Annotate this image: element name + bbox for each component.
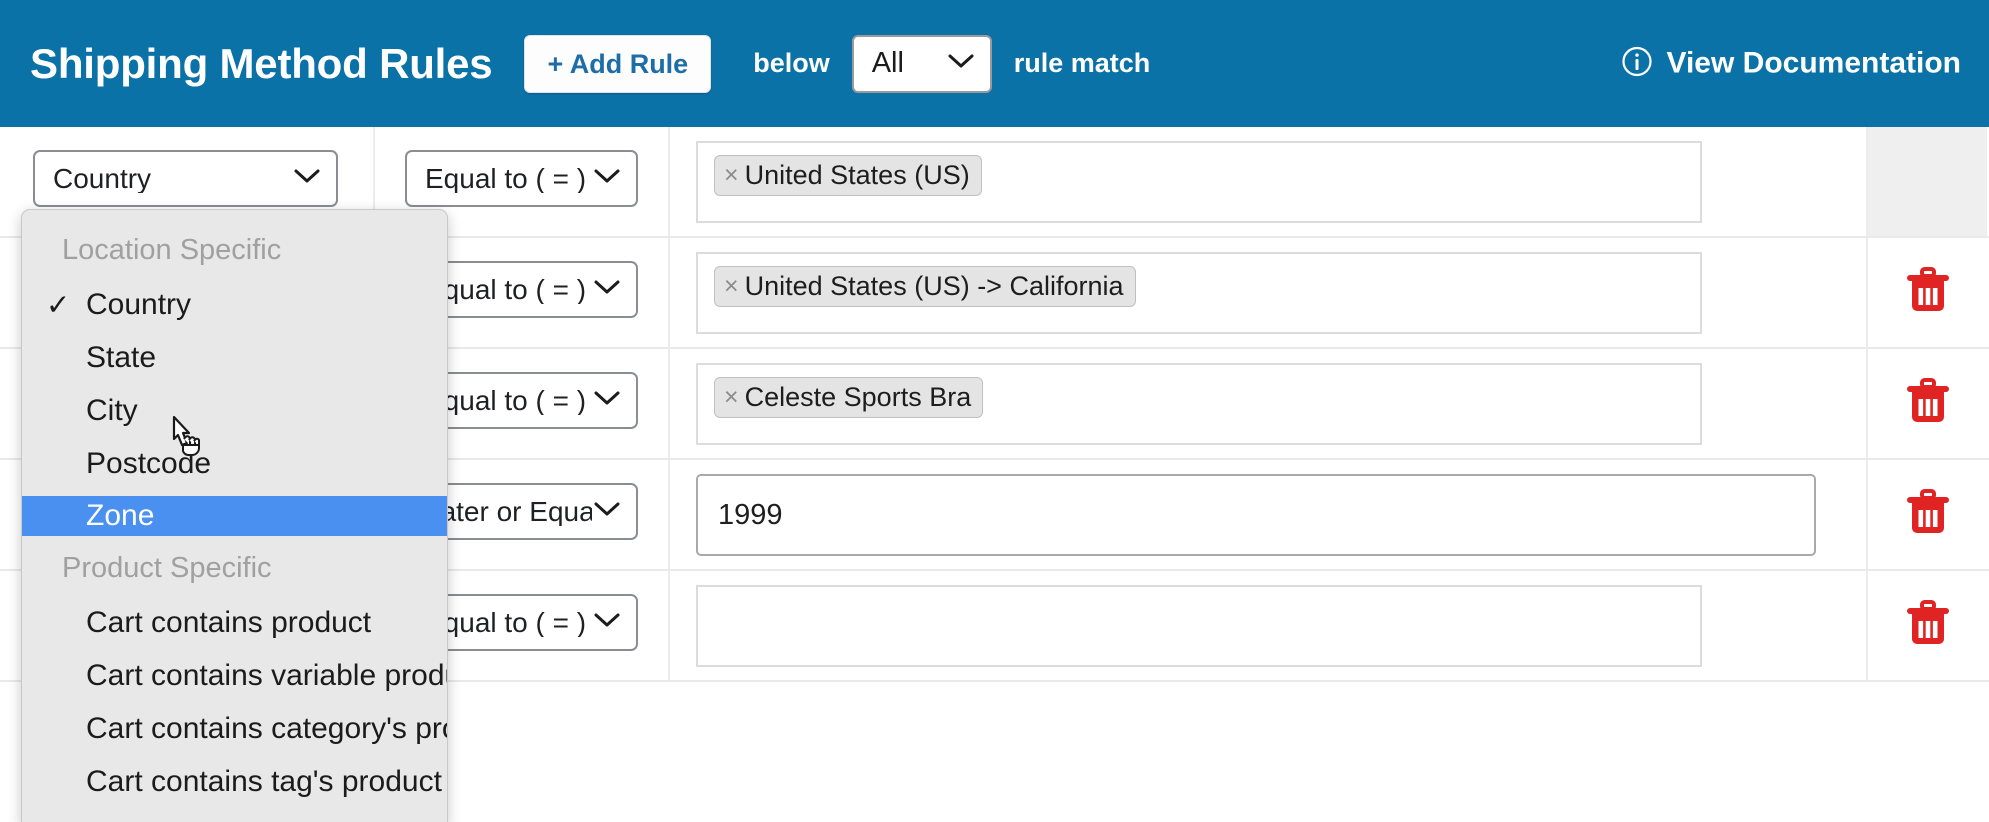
chevron-down-icon xyxy=(946,51,976,76)
dropdown-item-city[interactable]: City xyxy=(22,393,447,429)
rule-value-cell: 1999 xyxy=(670,460,1868,569)
chevron-down-icon xyxy=(592,499,622,524)
rule-match-value: All xyxy=(871,47,904,79)
dropdown-item-label: Cart contains product xyxy=(86,606,372,639)
rule-delete-cell xyxy=(1868,127,1987,236)
rule-operator-value: Equal to ( = ) xyxy=(425,275,587,304)
remove-token-icon[interactable]: × xyxy=(724,384,739,410)
trash-icon[interactable] xyxy=(1905,599,1951,652)
dropdown-item-state[interactable]: State xyxy=(22,340,447,376)
rule-operator-select[interactable]: Equal to ( = ) xyxy=(405,150,638,207)
value-token: × United States (US) xyxy=(714,155,982,197)
rule-delete-cell xyxy=(1868,571,1987,680)
below-label: below xyxy=(753,48,830,78)
dropdown-item-label: Country xyxy=(86,288,192,321)
attribute-dropdown-menu: Location Specific Country State City Pos… xyxy=(21,209,448,822)
dropdown-group-label: Location Specific xyxy=(62,234,282,266)
rule-operator-value: Equal to ( = ) xyxy=(425,386,587,415)
chevron-down-icon xyxy=(592,166,622,191)
rule-value-empty-input[interactable] xyxy=(696,585,1702,667)
dropdown-item-cart-contains-skus-product[interactable]: Cart contains SKU's product xyxy=(22,817,447,822)
dropdown-group-label: Product Specific xyxy=(62,552,272,584)
dropdown-item-cart-contains-tags-product[interactable]: Cart contains tag's product xyxy=(22,764,447,800)
value-token: × United States (US) -> California xyxy=(714,266,1136,308)
rule-operator-value: eater or Equal to xyxy=(425,497,592,526)
page-header: Shipping Method Rules + Add Rule below A… xyxy=(0,0,1989,127)
chevron-down-icon xyxy=(292,166,322,191)
dropdown-item-label: Cart contains tag's product xyxy=(86,765,442,798)
rule-match-label: rule match xyxy=(1013,48,1151,78)
rule-value-token-input[interactable]: × Celeste Sports Bra xyxy=(696,363,1702,445)
rule-attribute-select[interactable]: Country xyxy=(33,150,338,207)
rule-operator-value: Equal to ( = ) xyxy=(425,608,587,637)
dropdown-item-label: Postcode xyxy=(86,447,212,480)
dropdown-item-label: City xyxy=(86,394,138,427)
dropdown-item-label: Zone xyxy=(86,499,155,532)
dropdown-item-cart-contains-product[interactable]: Cart contains product xyxy=(22,605,447,641)
trash-icon[interactable] xyxy=(1905,488,1951,541)
rule-value-cell: × United States (US) -> California xyxy=(670,238,1868,347)
remove-token-icon[interactable]: × xyxy=(724,273,739,299)
add-rule-button[interactable]: + Add Rule xyxy=(524,34,712,93)
chevron-down-icon xyxy=(592,277,622,302)
rule-match-select[interactable]: All xyxy=(851,34,992,93)
rule-value-text-input[interactable]: 1999 xyxy=(696,474,1816,556)
rule-delete-cell xyxy=(1868,460,1987,569)
dropdown-item-label: Cart contains SKU's product xyxy=(86,818,447,822)
view-documentation-label: View Documentation xyxy=(1666,46,1962,80)
rule-attribute-value: Country xyxy=(53,164,152,193)
value-token: × Celeste Sports Bra xyxy=(714,377,984,419)
rule-value-cell: × Celeste Sports Bra xyxy=(670,349,1868,458)
dropdown-item-label: Cart contains category's product xyxy=(86,712,447,745)
dropdown-item-label: Cart contains variable product xyxy=(86,659,448,692)
rule-delete-cell xyxy=(1868,238,1987,347)
remove-token-icon[interactable]: × xyxy=(724,162,739,188)
dropdown-item-cart-contains-variable-product[interactable]: Cart contains variable product xyxy=(22,658,447,694)
value-token-label: United States (US) xyxy=(744,160,970,190)
rule-operator-value: Equal to ( = ) xyxy=(425,164,587,193)
rule-value-token-input[interactable]: × United States (US) xyxy=(696,141,1702,223)
rule-delete-cell xyxy=(1868,349,1987,458)
trash-icon[interactable] xyxy=(1905,377,1951,430)
shipping-method-rules-page: Shipping Method Rules + Add Rule below A… xyxy=(0,0,1989,822)
chevron-down-icon xyxy=(592,388,622,413)
dropdown-item-zone[interactable]: Zone xyxy=(22,496,447,536)
dropdown-item-cart-contains-categorys-product[interactable]: Cart contains category's product xyxy=(22,711,447,747)
page-title: Shipping Method Rules xyxy=(30,39,493,87)
view-documentation-link[interactable]: View Documentation xyxy=(1621,45,1962,82)
value-token-label: United States (US) -> California xyxy=(744,271,1124,301)
dropdown-item-postcode[interactable]: Postcode xyxy=(22,446,447,482)
trash-icon[interactable] xyxy=(1905,266,1951,319)
value-token-label: Celeste Sports Bra xyxy=(744,382,972,412)
rule-value-token-input[interactable]: × United States (US) -> California xyxy=(696,252,1702,334)
dropdown-item-label: State xyxy=(86,341,157,374)
chevron-down-icon xyxy=(592,610,622,635)
dropdown-item-country[interactable]: Country xyxy=(22,287,447,323)
rule-value-cell xyxy=(670,571,1868,680)
info-circle-icon xyxy=(1621,45,1653,82)
rule-value-cell: × United States (US) xyxy=(670,127,1868,236)
